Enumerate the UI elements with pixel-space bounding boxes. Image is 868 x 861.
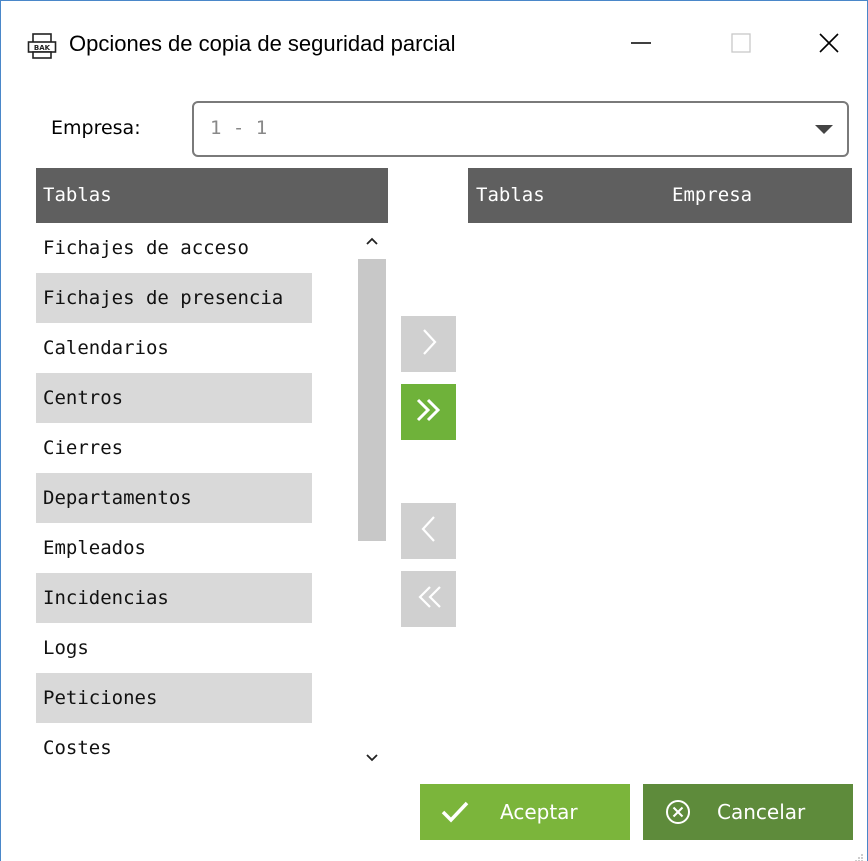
close-icon (818, 32, 840, 58)
selected-tables-panel: Tablas Empresa (468, 168, 852, 774)
available-tables-header: Tablas (36, 168, 388, 223)
resize-grip-icon[interactable] (854, 848, 864, 861)
scroll-thumb[interactable] (358, 259, 386, 541)
list-item[interactable]: Departamentos (36, 473, 312, 523)
list-item[interactable]: Peticiones (36, 673, 312, 723)
backup-options-dialog: BAK Opciones de copia de seguridad parci… (0, 0, 868, 861)
cancel-button[interactable]: Cancelar (643, 784, 853, 840)
double-chevron-left-icon (413, 581, 445, 617)
scroll-up-button[interactable] (356, 223, 388, 257)
chevron-right-icon (417, 326, 441, 362)
add-selected-button[interactable] (401, 316, 456, 372)
window-title: Opciones de copia de seguridad parcial (69, 31, 456, 56)
list-item[interactable]: Fichajes de acceso (36, 223, 312, 273)
list-item[interactable]: Logs (36, 623, 312, 673)
list-item[interactable]: Empleados (36, 523, 312, 573)
backup-file-icon: BAK (27, 33, 57, 59)
list-item[interactable]: Costes (36, 723, 312, 773)
list-item[interactable]: Centros (36, 373, 312, 423)
scroll-down-button[interactable] (356, 740, 388, 774)
cancel-circle-icon (663, 798, 693, 826)
cancel-label: Cancelar (717, 800, 806, 824)
remove-selected-button[interactable] (401, 503, 456, 559)
chevron-left-icon (417, 513, 441, 549)
column-header-company: Empresa (672, 184, 753, 206)
maximize-icon (730, 32, 752, 58)
company-selected-value: 1 - 1 (210, 117, 268, 139)
selected-tables-header: Tablas Empresa (468, 168, 852, 223)
available-tables-list: Fichajes de acceso Fichajes de presencia… (36, 223, 356, 773)
company-select[interactable]: 1 - 1 (192, 101, 849, 157)
check-icon (440, 798, 470, 826)
chevron-up-icon (365, 231, 379, 250)
header-tables-label: Tablas (43, 184, 112, 206)
available-tables-panel: Tablas Fichajes de acceso Fichajes de pr… (36, 168, 388, 774)
column-header-tables: Tablas (476, 184, 545, 206)
add-all-button[interactable] (401, 384, 456, 440)
minimize-button[interactable] (613, 19, 669, 71)
accept-button[interactable]: Aceptar (420, 784, 630, 840)
close-button[interactable] (801, 19, 857, 71)
svg-text:BAK: BAK (34, 44, 51, 52)
double-chevron-right-icon (413, 394, 445, 430)
tables-scrollbar[interactable] (356, 223, 388, 774)
list-item[interactable]: Fichajes de presencia (36, 273, 312, 323)
chevron-down-icon (815, 125, 833, 134)
list-item[interactable]: Cierres (36, 423, 312, 473)
accept-label: Aceptar (500, 800, 578, 824)
list-item[interactable]: Calendarios (36, 323, 312, 373)
maximize-button[interactable] (713, 19, 769, 71)
title-bar: BAK Opciones de copia de seguridad parci… (1, 1, 867, 89)
company-label: Empresa: (51, 117, 141, 139)
chevron-down-icon (365, 748, 379, 767)
list-item[interactable]: Incidencias (36, 573, 312, 623)
minimize-icon (630, 32, 652, 58)
remove-all-button[interactable] (401, 571, 456, 627)
